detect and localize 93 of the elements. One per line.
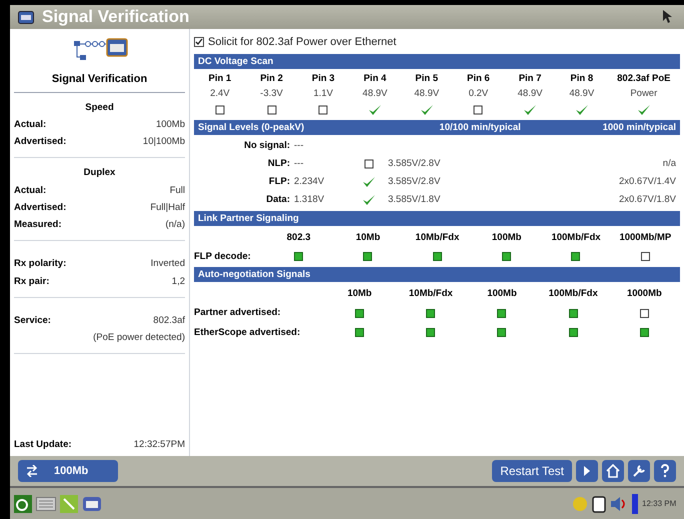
panel-title: Signal Verification [14, 71, 185, 92]
clipboard-icon[interactable] [592, 494, 606, 512]
tick-icon [195, 38, 203, 46]
row-label: No signal: [243, 138, 291, 152]
row-label: NLP: [266, 156, 291, 171]
row-label: FLP: [268, 175, 291, 189]
column-header: Pin 7 [518, 72, 542, 86]
field-label: Last Update: [14, 438, 72, 452]
typical-value: 3.585V/2.8V [387, 156, 442, 171]
field-label: Measured: [14, 218, 62, 232]
field-label: Advertised: [14, 135, 66, 149]
typical-value: 3.585V/1.8V [387, 193, 442, 208]
speed-button[interactable]: 100Mb [18, 460, 118, 482]
field-value: 12:32:57PM [134, 438, 185, 452]
row-label: Data: [265, 193, 291, 208]
voltage-reading: 48.9V [568, 87, 596, 102]
voltage-reading: 1.1V [312, 87, 334, 102]
section-header: DC Voltage Scan [194, 54, 680, 69]
restart-test-button[interactable]: Restart Test [492, 460, 572, 482]
tools-button[interactable] [628, 460, 650, 482]
voltage-reading: 48.9V [516, 87, 544, 102]
column-header: 100Mb/Fdx [548, 287, 599, 301]
field-value: 1,2 [172, 274, 185, 288]
column-header: Pin 8 [569, 72, 594, 86]
section-header: Auto-negotiation Signals [194, 267, 680, 282]
field-value: 100Mb [156, 118, 185, 132]
help-button[interactable] [654, 460, 676, 482]
field-value: 10|100Mb [142, 135, 185, 149]
voltage-reading: 48.9V [413, 87, 440, 102]
column-header: Pin 3 [310, 72, 336, 86]
field-value: Inverted [150, 257, 185, 272]
voltage-reading: 0.2V [468, 87, 490, 102]
field-value: 802.3af [153, 314, 185, 328]
group-heading: Speed [84, 100, 115, 114]
home-button[interactable] [602, 460, 624, 482]
field-label: Service: [14, 314, 51, 328]
field-label: Rx pair: [14, 274, 50, 288]
swap-arrows-icon [26, 465, 38, 477]
wrench-icon [632, 464, 646, 478]
typical-value: 2x0.67V/1.8V [618, 193, 677, 208]
column-header: 10Mb [354, 230, 382, 244]
keyboard-icon[interactable] [36, 496, 56, 510]
column-header: 100Mb [490, 230, 522, 244]
section-header: Signal Levels (0-peakV) 10/100 min/typical 1000 min/typical [194, 120, 680, 134]
column-header: Pin 2 [259, 72, 284, 86]
voltage-reading: -3.3V [259, 87, 284, 102]
signal-reading: 1.318V [294, 193, 326, 208]
column-header: 100Mb [486, 287, 518, 301]
column-header: Pin 1 [207, 72, 232, 86]
battery-icon [632, 494, 638, 514]
help-icon [660, 464, 670, 478]
start-icon[interactable] [14, 494, 32, 512]
typical-value: n/a [662, 156, 677, 171]
column-header: 10Mb [346, 287, 373, 301]
field-label: Rx polarity: [14, 257, 66, 272]
window-icon [18, 10, 34, 24]
typical-value: 3.585V/2.8V [387, 175, 442, 189]
field-value: Full|Half [150, 200, 185, 215]
next-button[interactable] [576, 460, 598, 482]
clock: 12:33 PM [642, 498, 678, 510]
field-label: Advertised: [14, 200, 66, 215]
row-label: Partner advertised: [194, 306, 282, 320]
signal-reading: --- [294, 156, 304, 171]
signal-reading: --- [294, 138, 304, 152]
column-header: Pin 5 [414, 72, 439, 86]
voltage-reading: 48.9V [362, 87, 388, 102]
voltage-reading: Power [629, 87, 658, 102]
column-header: 10Mb/Fdx [408, 287, 454, 301]
field-value: (n/a) [165, 218, 185, 232]
typical-value: 2x0.67V/1.4V [618, 175, 677, 189]
column-header: 802.3af PoE [616, 72, 672, 86]
window-icon[interactable] [82, 496, 102, 512]
signal-reading: 2.234V [294, 175, 326, 189]
field-label: Actual: [14, 184, 46, 198]
column-header: Pin 6 [466, 72, 491, 86]
window-title: Signal Verification [42, 6, 190, 28]
checkbox-label: Solicit for 802.3af Power over Ethernet [208, 34, 396, 50]
row-label: FLP decode: [194, 250, 252, 264]
voltage-reading: 2.4V [209, 87, 231, 102]
note-text: (PoE power detected) [92, 331, 185, 345]
field-value: Full [170, 184, 185, 198]
column-header: 10Mb/Fdx [414, 230, 460, 244]
column-header: Pin 4 [362, 72, 388, 86]
column-header: 802.3 [286, 230, 312, 244]
checkbox[interactable] [194, 37, 204, 47]
column-header: 1000Mb/MP [618, 230, 672, 244]
section-header: Link Partner Signaling [194, 210, 680, 226]
row-label: EtherScope advertised: [194, 326, 302, 340]
home-icon [606, 464, 620, 478]
column-header: 100Mb/Fdx [550, 230, 602, 244]
column-header: 1000Mb [626, 287, 663, 301]
field-label: Actual: [14, 118, 46, 132]
group-heading: Duplex [82, 166, 116, 180]
